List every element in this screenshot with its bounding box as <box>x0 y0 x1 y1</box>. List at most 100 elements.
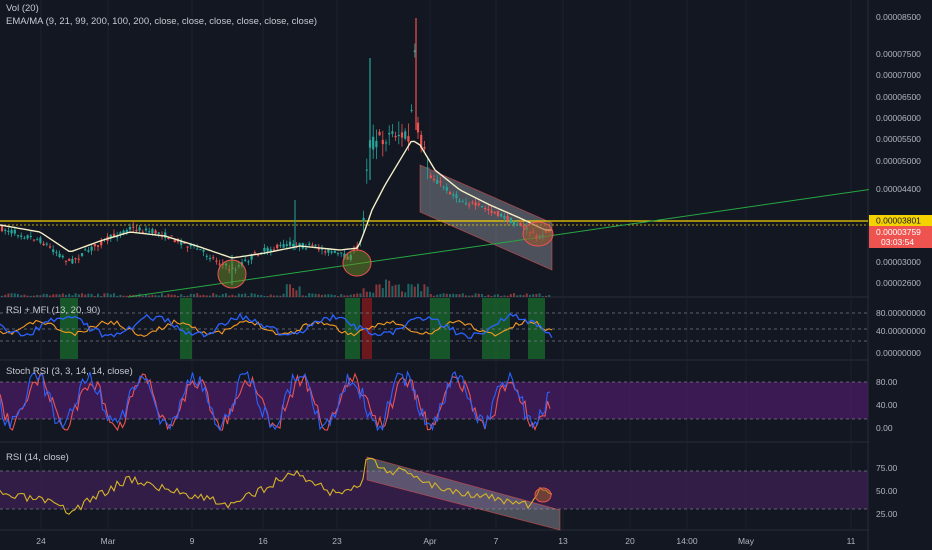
volume-bar <box>100 295 103 297</box>
candle-body <box>0 225 4 232</box>
candle-body <box>381 139 384 145</box>
candle-body <box>23 237 26 239</box>
stoch-band <box>0 382 868 419</box>
y-tick: 0.00 <box>876 423 893 433</box>
y-tick: 80.00000000 <box>876 308 926 318</box>
volume-bar <box>1 295 3 297</box>
y-tick: 0.00005000 <box>876 156 921 166</box>
volume-bar <box>39 295 42 297</box>
volume-bar <box>308 293 311 297</box>
candle-body <box>10 229 13 234</box>
volume-bar <box>189 293 192 297</box>
volume-bar <box>522 295 525 297</box>
y-tick: 0.00007500 <box>876 49 921 59</box>
candle-body <box>442 186 445 188</box>
x-tick: 20 <box>625 536 635 546</box>
candle-body <box>340 252 343 254</box>
volume-bar <box>161 293 163 297</box>
volume-bar <box>407 283 410 297</box>
volume-bar <box>154 295 157 297</box>
volume-bar <box>340 293 343 297</box>
volume-bar <box>519 294 522 297</box>
volume-bar <box>209 295 211 297</box>
volume-bar <box>4 294 7 297</box>
candle-body <box>461 201 464 203</box>
volume-bar <box>404 292 407 297</box>
volume-bar <box>417 283 419 297</box>
trading-chart[interactable]: 0.00008500 0.00007500 0.00007000 0.00006… <box>0 0 932 550</box>
volume-bar <box>84 294 87 297</box>
candle-body <box>391 131 394 134</box>
y-tick: 0.00006500 <box>876 92 921 102</box>
volume-bar <box>263 295 266 297</box>
volume-bar <box>394 284 397 297</box>
volume-bar <box>330 294 333 297</box>
candle-body <box>509 217 512 224</box>
candle-body <box>503 216 506 219</box>
volume-bar <box>116 295 119 297</box>
rsi-mfi-legend[interactable]: RSI + MFI (13, 20, 90) <box>6 305 100 316</box>
volume-bar <box>74 293 77 297</box>
volume-bar <box>452 293 455 297</box>
candle-body <box>138 227 141 231</box>
volume-bar <box>458 294 461 297</box>
candle-body <box>90 246 93 251</box>
highlight-bar <box>180 298 192 359</box>
volume-bar <box>474 293 477 297</box>
candle-body <box>394 135 397 138</box>
candle-body <box>167 237 170 239</box>
volume-bar <box>52 294 55 297</box>
candle-body <box>423 147 426 149</box>
candle-body <box>416 122 420 133</box>
rsi-legend[interactable]: RSI (14, close) <box>6 452 69 463</box>
volume-legend[interactable]: Vol (20) <box>6 3 39 14</box>
candle-body <box>308 243 311 245</box>
volume-bar <box>375 284 378 297</box>
y-tick: 80.00 <box>876 377 898 387</box>
volume-bar <box>260 294 263 297</box>
volume-bar <box>532 294 535 297</box>
candle-body <box>55 252 58 254</box>
candle-body <box>29 236 32 238</box>
candle-body <box>477 203 480 206</box>
volume-bar <box>225 293 227 297</box>
ma-legend[interactable]: EMA/MA (9, 21, 99, 200, 100, 200, close,… <box>6 16 317 27</box>
candle-body <box>455 194 458 199</box>
candle-body <box>471 202 474 204</box>
volume-bar <box>289 284 291 297</box>
volume-bar <box>346 295 349 297</box>
candle-body <box>464 202 468 205</box>
volume-bar <box>423 284 426 297</box>
volume-bar <box>93 295 96 297</box>
volume-bar <box>20 295 23 297</box>
volume-bar <box>538 293 541 297</box>
volume-bar <box>279 295 282 297</box>
volume-bar <box>241 293 243 297</box>
volume-bar <box>426 286 429 297</box>
volume-bar <box>401 291 403 297</box>
volume-bar <box>177 295 179 297</box>
volume-bar <box>234 295 237 297</box>
y-tick: 50.00 <box>876 486 898 496</box>
candle-body <box>522 226 525 228</box>
x-tick: Apr <box>423 536 436 546</box>
candle-body <box>32 239 36 241</box>
volume-bar <box>378 284 381 297</box>
volume-bar <box>471 295 474 297</box>
volume-bar <box>119 294 122 297</box>
stoch-rsi-legend[interactable]: Stoch RSI (3, 3, 14, 14, close) <box>6 366 133 377</box>
candle-body <box>4 229 7 231</box>
volume-bar <box>186 295 189 297</box>
volume-bar <box>327 294 330 297</box>
candle-body <box>272 249 276 251</box>
volume-bar <box>445 293 448 297</box>
candle-body <box>87 250 90 252</box>
volume-bar <box>433 295 435 297</box>
volume-bar <box>42 293 45 297</box>
volume-bar <box>295 290 298 297</box>
rsi-highlight-circle <box>534 487 552 503</box>
volume-bar <box>436 294 439 297</box>
price-axis[interactable]: 0.00008500 0.00007500 0.00007000 0.00006… <box>869 0 932 550</box>
volume-bar <box>285 284 288 297</box>
volume-bar <box>465 295 467 297</box>
